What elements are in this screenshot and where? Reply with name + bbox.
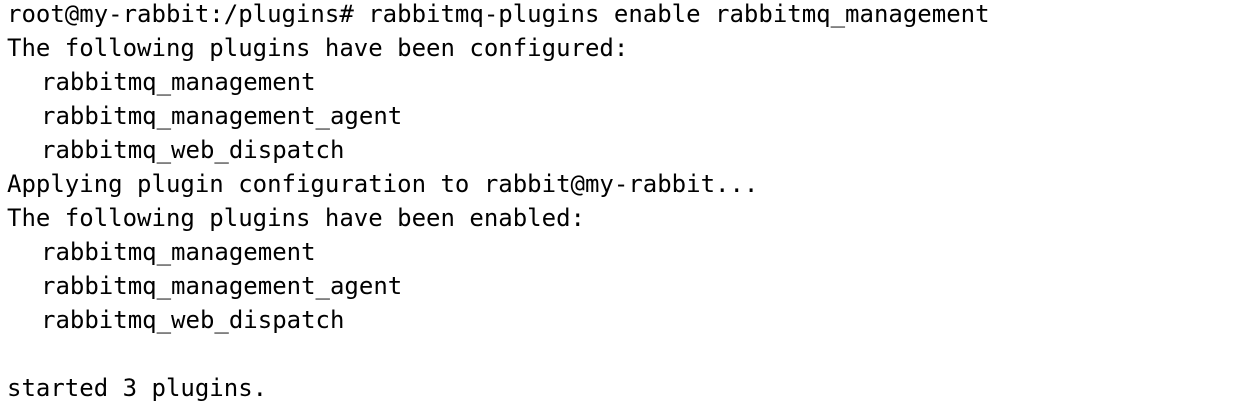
configured-plugin-item: rabbitmq_management_agent <box>41 102 403 130</box>
configured-header: The following plugins have been configur… <box>7 34 629 62</box>
enabled-header: The following plugins have been enabled: <box>7 204 585 232</box>
command-line: root@my-rabbit:/plugins# rabbitmq-plugin… <box>7 0 1236 31</box>
enabled-plugin-item: rabbitmq_web_dispatch <box>41 306 345 334</box>
configured-plugin-item: rabbitmq_management <box>41 68 316 96</box>
shell-prompt: root@my-rabbit:/plugins# <box>7 0 369 28</box>
enabled-plugin-item: rabbitmq_management_agent <box>41 272 403 300</box>
started-status-line: started 3 plugins. <box>7 374 268 402</box>
terminal-window[interactable]: root@my-rabbit:/plugins# rabbitmq-plugin… <box>0 0 1236 402</box>
applying-config-line: Applying plugin configuration to rabbit@… <box>7 170 759 198</box>
enabled-plugin-item: rabbitmq_management <box>41 238 316 266</box>
command-text: rabbitmq-plugins enable rabbitmq_managem… <box>368 0 990 28</box>
configured-plugin-item: rabbitmq_web_dispatch <box>41 136 345 164</box>
